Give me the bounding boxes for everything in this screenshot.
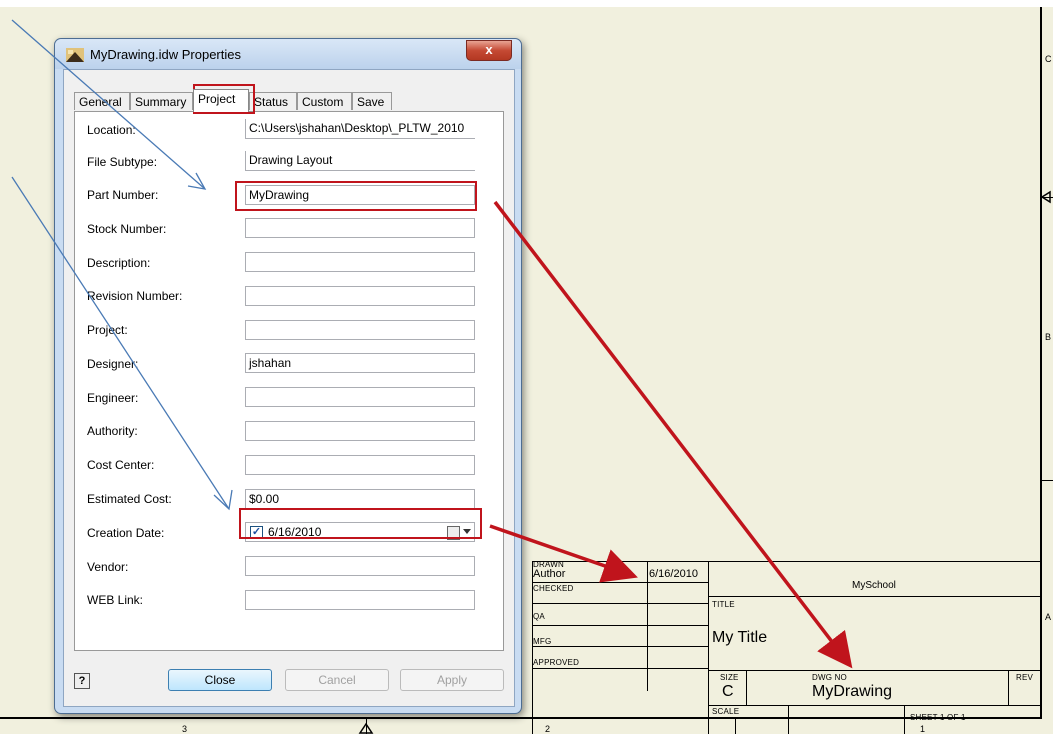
tab-save[interactable]: Save (352, 92, 392, 110)
designer-label: Designer: (87, 357, 139, 371)
designer-field[interactable]: jshahan (245, 353, 475, 373)
web-link-label: WEB Link: (87, 593, 144, 607)
drawing-title-value: My Title (712, 629, 768, 646)
dwg-no-label: DWG NO (812, 673, 847, 682)
part-number-highlight (235, 181, 477, 211)
authority-label: Authority: (87, 424, 138, 438)
zone-tick (1040, 480, 1053, 481)
cost-center-label: Cost Center: (87, 458, 155, 472)
revision-number-label: Revision Number: (87, 289, 183, 303)
dwg-no-value: MyDrawing (812, 683, 893, 700)
size-label: SIZE (720, 673, 739, 682)
project-label: Project: (87, 323, 128, 337)
drawn-date-value: 6/16/2010 (649, 568, 698, 580)
dialog-title: MyDrawing.idw Properties (90, 47, 241, 62)
tab-custom[interactable]: Custom (297, 92, 352, 110)
dialog-client-area: General Summary Project Status Custom Sa… (63, 69, 515, 707)
estimated-cost-field[interactable]: $0.00 (245, 489, 475, 509)
creation-date-highlight (239, 508, 482, 539)
center-mark-icon (1040, 190, 1051, 204)
tab-project[interactable]: Project (193, 89, 249, 112)
creation-date-label: Creation Date: (87, 526, 165, 540)
stock-number-field[interactable] (245, 218, 475, 238)
description-label: Description: (87, 256, 151, 270)
size-value: C (722, 683, 734, 700)
cancel-button: Cancel (285, 669, 389, 691)
tab-summary[interactable]: Summary (130, 92, 193, 110)
apply-button: Apply (400, 669, 504, 691)
vendor-label: Vendor: (87, 560, 129, 574)
tab-general[interactable]: General (74, 92, 130, 110)
engineer-field[interactable] (245, 387, 475, 407)
revision-number-field[interactable] (245, 286, 475, 306)
file-subtype-label: File Subtype: (87, 155, 158, 169)
authority-field[interactable] (245, 421, 475, 441)
zone-number-3: 3 (182, 724, 188, 734)
checked-label: CHECKED (533, 584, 574, 593)
title-block: DRAWN Author 6/16/2010 CHECKED QA MFG AP… (532, 560, 1040, 734)
dialog-titlebar[interactable]: MyDrawing.idw Properties x (55, 39, 521, 69)
center-mark-icon (358, 722, 374, 734)
scale-label: SCALE (712, 707, 740, 716)
properties-dialog: MyDrawing.idw Properties x General Summa… (54, 38, 522, 714)
web-link-field[interactable] (245, 590, 475, 610)
inventor-drawing-icon (66, 48, 84, 62)
zone-letter-c: C (1045, 54, 1052, 64)
company-value: MySchool (852, 580, 896, 591)
tab-status[interactable]: Status (249, 92, 297, 110)
sheet-right-border (1040, 7, 1042, 719)
cost-center-field[interactable] (245, 455, 475, 475)
part-number-label: Part Number: (87, 188, 159, 202)
engineer-label: Engineer: (87, 391, 139, 405)
approved-label: APPROVED (533, 658, 580, 667)
rev-label: REV (1016, 673, 1034, 682)
qa-label: QA (533, 612, 545, 621)
file-subtype-value[interactable]: Drawing Layout (245, 151, 475, 171)
vendor-field[interactable] (245, 556, 475, 576)
mfg-label: MFG (533, 637, 552, 646)
title-label: TITLE (712, 600, 735, 609)
screen-top-edge (0, 0, 1053, 7)
stock-number-label: Stock Number: (87, 222, 167, 236)
description-field[interactable] (245, 252, 475, 272)
zone-letter-b: B (1045, 332, 1052, 342)
window-close-button[interactable]: x (466, 40, 512, 61)
location-value[interactable]: C:\Users\jshahan\Desktop\_PLTW_2010 (245, 119, 475, 139)
location-label: Location: (87, 123, 136, 137)
sheet-number: SHEET 1 OF 1 (910, 713, 966, 722)
help-button[interactable]: ? (74, 673, 90, 689)
close-button[interactable]: Close (168, 669, 272, 691)
project-field[interactable] (245, 320, 475, 340)
drawn-by-value: Author (533, 568, 566, 580)
zone-letter-a: A (1045, 612, 1052, 622)
estimated-cost-label: Estimated Cost: (87, 492, 172, 506)
